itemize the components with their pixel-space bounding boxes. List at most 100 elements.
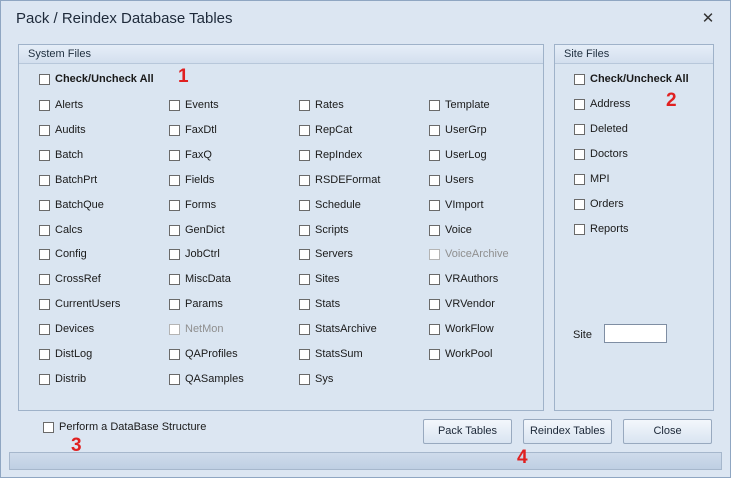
checkbox-box[interactable] — [429, 199, 440, 211]
reindex-tables-button[interactable]: Reindex Tables — [523, 419, 612, 444]
checkbox-box[interactable] — [169, 199, 180, 211]
checkbox-box[interactable] — [169, 124, 180, 136]
checkbox-box[interactable] — [429, 149, 440, 161]
checkbox-box[interactable] — [39, 348, 50, 360]
checkbox-jobctrl[interactable]: JobCtrl — [169, 246, 220, 262]
checkbox-box[interactable] — [299, 199, 310, 211]
checkbox-box[interactable] — [574, 98, 585, 110]
checkbox-box[interactable] — [169, 273, 180, 285]
checkbox-box[interactable] — [299, 124, 310, 136]
checkbox-box[interactable] — [169, 323, 180, 335]
checkbox-box[interactable] — [574, 148, 585, 160]
checkbox-box[interactable] — [169, 224, 180, 236]
site-checkbox-reports[interactable]: Reports — [574, 221, 629, 237]
checkbox-box[interactable] — [299, 174, 310, 186]
checkbox-qasamples[interactable]: QASamples — [169, 371, 244, 387]
checkbox-devices[interactable]: Devices — [39, 321, 94, 337]
checkbox-box[interactable] — [299, 99, 310, 111]
checkbox-box[interactable] — [429, 273, 440, 285]
checkbox-voicearchive[interactable]: VoiceArchive — [429, 246, 509, 262]
checkbox-box[interactable] — [39, 73, 50, 85]
checkbox-box[interactable] — [574, 123, 585, 135]
checkbox-rsdeformat[interactable]: RSDEFormat — [299, 172, 380, 188]
checkbox-box[interactable] — [299, 298, 310, 310]
checkbox-vimport[interactable]: VImport — [429, 197, 484, 213]
checkbox-box[interactable] — [299, 373, 310, 385]
checkbox-usergrp[interactable]: UserGrp — [429, 122, 487, 138]
checkbox-params[interactable]: Params — [169, 296, 223, 312]
checkbox-box[interactable] — [429, 99, 440, 111]
site-check-all-checkbox[interactable]: Check/Uncheck All — [574, 71, 689, 87]
close-icon[interactable]: ✕ — [698, 9, 718, 29]
checkbox-gendict[interactable]: GenDict — [169, 222, 225, 238]
checkbox-box[interactable] — [574, 73, 585, 85]
checkbox-forms[interactable]: Forms — [169, 197, 216, 213]
system-check-all-checkbox[interactable]: Check/Uncheck All — [39, 71, 154, 87]
checkbox-servers[interactable]: Servers — [299, 246, 353, 262]
checkbox-box[interactable] — [429, 174, 440, 186]
checkbox-box[interactable] — [299, 149, 310, 161]
checkbox-box[interactable] — [299, 323, 310, 335]
checkbox-repcat[interactable]: RepCat — [299, 122, 352, 138]
site-checkbox-orders[interactable]: Orders — [574, 196, 624, 212]
checkbox-workflow[interactable]: WorkFlow — [429, 321, 494, 337]
close-button[interactable]: Close — [623, 419, 712, 444]
checkbox-box[interactable] — [39, 174, 50, 186]
checkbox-config[interactable]: Config — [39, 246, 87, 262]
checkbox-rates[interactable]: Rates — [299, 97, 344, 113]
checkbox-box[interactable] — [574, 198, 585, 210]
checkbox-voice[interactable]: Voice — [429, 222, 472, 238]
checkbox-batchque[interactable]: BatchQue — [39, 197, 104, 213]
checkbox-template[interactable]: Template — [429, 97, 490, 113]
checkbox-faxdtl[interactable]: FaxDtl — [169, 122, 217, 138]
checkbox-sites[interactable]: Sites — [299, 271, 339, 287]
checkbox-statsarchive[interactable]: StatsArchive — [299, 321, 377, 337]
checkbox-box[interactable] — [429, 124, 440, 136]
checkbox-users[interactable]: Users — [429, 172, 474, 188]
checkbox-box[interactable] — [429, 298, 440, 310]
checkbox-alerts[interactable]: Alerts — [39, 97, 83, 113]
checkbox-box[interactable] — [39, 298, 50, 310]
checkbox-stats[interactable]: Stats — [299, 296, 340, 312]
checkbox-box[interactable] — [429, 224, 440, 236]
checkbox-miscdata[interactable]: MiscData — [169, 271, 231, 287]
checkbox-batch[interactable]: Batch — [39, 147, 83, 163]
checkbox-calcs[interactable]: Calcs — [39, 222, 83, 238]
checkbox-box[interactable] — [39, 248, 50, 260]
checkbox-box[interactable] — [429, 323, 440, 335]
checkbox-box[interactable] — [299, 273, 310, 285]
checkbox-repindex[interactable]: RepIndex — [299, 147, 362, 163]
checkbox-box[interactable] — [299, 248, 310, 260]
checkbox-box[interactable] — [169, 149, 180, 161]
checkbox-box[interactable] — [574, 223, 585, 235]
site-checkbox-doctors[interactable]: Doctors — [574, 146, 628, 162]
checkbox-userlog[interactable]: UserLog — [429, 147, 487, 163]
checkbox-batchprt[interactable]: BatchPrt — [39, 172, 97, 188]
checkbox-distlog[interactable]: DistLog — [39, 346, 92, 362]
checkbox-box[interactable] — [429, 248, 440, 260]
checkbox-currentusers[interactable]: CurrentUsers — [39, 296, 120, 312]
checkbox-schedule[interactable]: Schedule — [299, 197, 361, 213]
checkbox-distrib[interactable]: Distrib — [39, 371, 86, 387]
checkbox-qaprofiles[interactable]: QAProfiles — [169, 346, 238, 362]
checkbox-vrvendor[interactable]: VRVendor — [429, 296, 495, 312]
checkbox-box[interactable] — [169, 248, 180, 260]
site-checkbox-mpi[interactable]: MPI — [574, 171, 610, 187]
checkbox-events[interactable]: Events — [169, 97, 219, 113]
checkbox-box[interactable] — [169, 373, 180, 385]
checkbox-box[interactable] — [39, 323, 50, 335]
checkbox-faxq[interactable]: FaxQ — [169, 147, 212, 163]
site-input[interactable] — [604, 324, 667, 343]
checkbox-box[interactable] — [299, 224, 310, 236]
checkbox-box[interactable] — [169, 99, 180, 111]
checkbox-box[interactable] — [39, 273, 50, 285]
checkbox-box[interactable] — [39, 199, 50, 211]
checkbox-crossref[interactable]: CrossRef — [39, 271, 101, 287]
checkbox-box[interactable] — [43, 421, 54, 433]
checkbox-scripts[interactable]: Scripts — [299, 222, 349, 238]
checkbox-vrauthors[interactable]: VRAuthors — [429, 271, 498, 287]
database-structure-checkbox[interactable]: Perform a DataBase Structure — [43, 419, 206, 435]
checkbox-box[interactable] — [39, 99, 50, 111]
checkbox-box[interactable] — [299, 348, 310, 360]
checkbox-box[interactable] — [169, 298, 180, 310]
